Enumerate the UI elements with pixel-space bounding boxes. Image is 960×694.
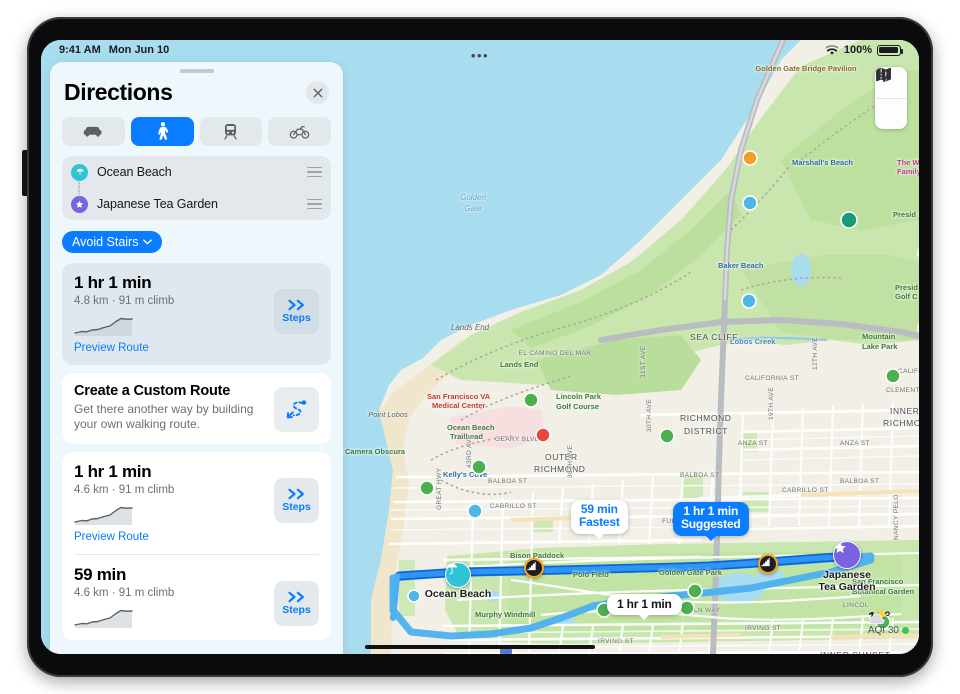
- stairs-warning-west[interactable]: [524, 558, 544, 578]
- pin-ocean-beach[interactable]: Ocean Beach: [425, 562, 491, 600]
- beach-umbrella-icon: [445, 562, 471, 588]
- custom-route-button[interactable]: [274, 387, 319, 432]
- page-title: Directions: [64, 79, 173, 105]
- weather-temp-row: 19°: [868, 609, 909, 626]
- route-card-1-preview[interactable]: Preview Route: [74, 342, 319, 354]
- route-options: Avoid Stairs: [50, 220, 343, 253]
- transport-mode-drive[interactable]: [62, 117, 125, 146]
- endpoint-start-handle[interactable]: [307, 166, 322, 178]
- transport-mode-cycle[interactable]: [268, 117, 331, 146]
- weather-widget[interactable]: 19° AQI 30: [868, 609, 909, 636]
- elevation-profile: [74, 317, 133, 336]
- map-controls[interactable]: [875, 67, 907, 129]
- callout-tail: [593, 532, 606, 539]
- endpoint-destination-label: Japanese Tea Garden: [97, 197, 218, 211]
- transport-mode-transit[interactable]: [199, 117, 263, 146]
- route-card-3[interactable]: 59 min 4.6 km · 91 m climb Steps: [62, 554, 331, 640]
- route-card-1-steps-label: Steps: [282, 312, 311, 324]
- directions-panel: Directions Ocean Beach Japanese Tea Gard…: [50, 62, 343, 654]
- stairs-icon: [761, 557, 770, 567]
- close-icon: [313, 88, 322, 97]
- route-card-3-steps-label: Steps: [282, 603, 311, 616]
- train-icon: [224, 124, 237, 140]
- transport-mode-selector: [50, 106, 343, 146]
- route-results: 1 hr 1 min 4.8 km · 91 m climb Preview R…: [50, 253, 343, 640]
- chevron-down-icon: [143, 239, 153, 245]
- avoid-stairs-button[interactable]: Avoid Stairs: [62, 231, 163, 253]
- weather-aqi: AQI 30: [868, 625, 909, 636]
- route-card-1-steps-button[interactable]: Steps: [274, 289, 319, 334]
- elevation-profile: [74, 506, 133, 525]
- callout-tail: [638, 614, 651, 621]
- route-card-1[interactable]: 1 hr 1 min 4.8 km · 91 m climb Preview R…: [62, 263, 331, 365]
- chevrons-right-icon: [287, 299, 304, 311]
- create-custom-route-card[interactable]: Create a Custom Route Get there another …: [62, 373, 331, 444]
- bicycle-icon: [289, 125, 310, 139]
- endpoint-destination-handle[interactable]: [307, 198, 322, 210]
- route-callout-alternate[interactable]: 1 hr 1 min: [607, 594, 682, 621]
- aqi-status-dot: [902, 627, 909, 634]
- endpoint-start[interactable]: Ocean Beach: [62, 156, 331, 188]
- ipad-screen: Golden Gate Bridge Pavilion Marshall's Be…: [41, 40, 919, 654]
- route-callout-fastest[interactable]: 59 min Fastest: [571, 500, 628, 539]
- weather-aqi-label: AQI 30: [867, 625, 899, 636]
- locate-button[interactable]: [875, 68, 907, 129]
- stairs-warning-east[interactable]: [758, 554, 778, 574]
- stairs-icon: [527, 561, 536, 571]
- start-marker-icon: [71, 163, 88, 181]
- chevrons-right-icon: [287, 488, 304, 499]
- route-card-group: 1 hr 1 min 4.6 km · 91 m climb Preview R…: [62, 451, 331, 640]
- destination-star-icon: [71, 195, 88, 213]
- route-card-2[interactable]: 1 hr 1 min 4.6 km · 91 m climb Preview R…: [62, 451, 331, 554]
- pin-ocean-beach-label: Ocean Beach: [424, 588, 492, 600]
- custom-route-title: Create a Custom Route: [74, 383, 231, 399]
- elevation-profile: [74, 609, 133, 628]
- custom-route-text: Create a Custom Route Get there another …: [74, 383, 274, 433]
- route-card-2-preview[interactable]: Preview Route: [74, 531, 319, 543]
- close-button[interactable]: [306, 81, 329, 104]
- location-arrow-icon: [876, 68, 891, 83]
- car-icon: [84, 126, 102, 137]
- transport-mode-walk[interactable]: [130, 117, 194, 146]
- custom-route-description: Get there another way by building your o…: [74, 402, 254, 432]
- walk-icon: [157, 122, 168, 140]
- avoid-stairs-label: Avoid Stairs: [72, 235, 139, 249]
- pin-japanese-tea-garden[interactable]: Japanese Tea Garden: [819, 541, 876, 592]
- custom-route-icon: [286, 399, 306, 418]
- callout-tail: [704, 534, 717, 541]
- pin-japanese-tea-garden-label: Japanese Tea Garden: [818, 569, 876, 593]
- star-icon: [833, 541, 861, 569]
- route-callout-suggested[interactable]: 1 hr 1 min Suggested: [673, 502, 749, 541]
- endpoint-destination[interactable]: Japanese Tea Garden: [62, 188, 331, 220]
- endpoint-start-label: Ocean Beach: [97, 165, 172, 179]
- multitask-handle[interactable]: •••: [471, 48, 489, 63]
- route-endpoints: Ocean Beach Japanese Tea Garden: [62, 156, 331, 220]
- route-card-2-steps-label: Steps: [282, 500, 311, 513]
- home-indicator[interactable]: [365, 645, 595, 649]
- chevrons-right-icon: [287, 591, 304, 602]
- sun-cloud-icon: [868, 609, 888, 625]
- panel-header: Directions: [50, 73, 343, 106]
- route-card-2-steps-button[interactable]: Steps: [274, 477, 319, 523]
- route-card-3-steps-button[interactable]: Steps: [274, 580, 319, 626]
